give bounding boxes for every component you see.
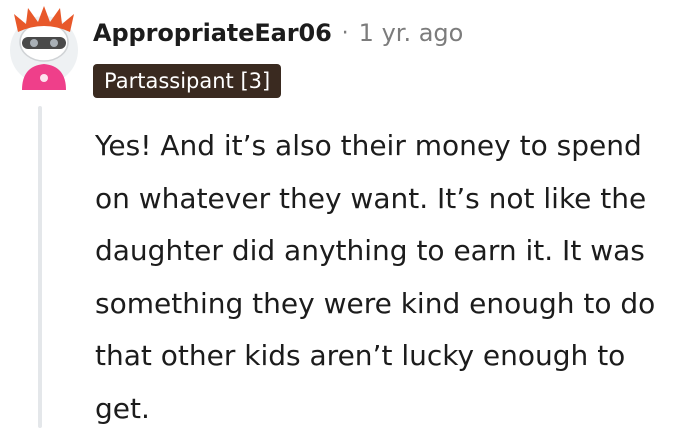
user-avatar-icon[interactable] [8, 4, 80, 90]
username-link[interactable]: AppropriateEar06 [93, 19, 332, 47]
thread-line[interactable] [38, 106, 42, 428]
user-flair-badge: Partassipant [3] [93, 64, 282, 98]
comment-header: AppropriateEar06 · 1 yr. ago [93, 16, 463, 50]
comment-body: Yes! And it’s also their money to spend … [95, 129, 656, 425]
meta-separator: · [341, 20, 349, 46]
comment-timestamp[interactable]: 1 yr. ago [359, 19, 464, 47]
